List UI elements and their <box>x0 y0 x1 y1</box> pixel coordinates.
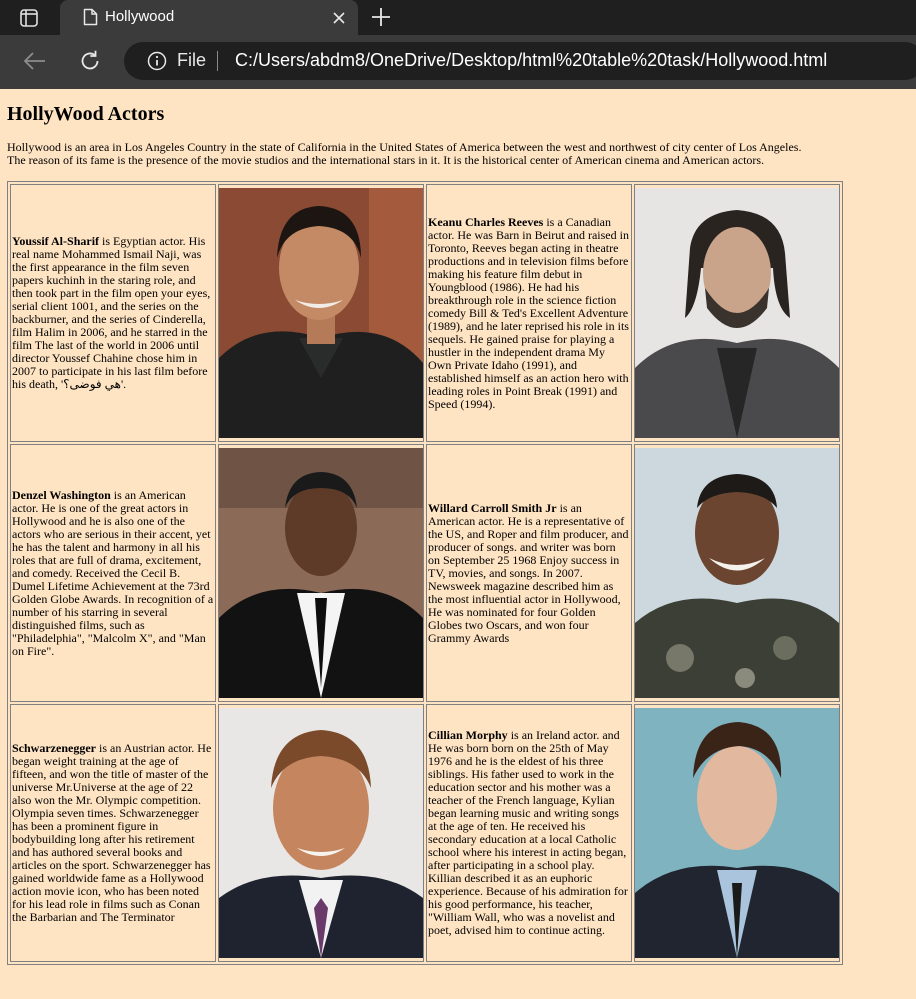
actor-photo-cell <box>634 444 840 702</box>
actor-bio: is an American actor. He is one of the g… <box>12 487 214 658</box>
address-bar[interactable]: File C:/Users/abdm8/OneDrive/Desktop/htm… <box>124 42 916 80</box>
address-separator <box>217 51 218 71</box>
actor-bio: is Egyptian actor. His real name Mohamme… <box>12 234 211 391</box>
actor-bio-cell: Youssif Al-Sharif is Egyptian actor. His… <box>10 184 216 442</box>
actor-photo <box>219 448 423 698</box>
back-arrow-icon <box>23 52 45 70</box>
actor-photo-cell <box>634 184 840 442</box>
browser-tab[interactable]: Hollywood <box>60 0 358 35</box>
new-tab-button[interactable] <box>368 4 394 30</box>
actor-photo-cell <box>634 704 840 962</box>
actor-bio-cell: Denzel Washington is an American actor. … <box>10 444 216 702</box>
actor-photo-cell <box>218 444 424 702</box>
actor-bio: is an American actor. He is a representa… <box>428 500 629 645</box>
reload-icon <box>81 50 99 70</box>
actor-photo <box>635 188 839 438</box>
actor-bio: is an Austrian actor. He began weight tr… <box>12 741 212 924</box>
intro-line-2: The reason of its fame is the presence o… <box>7 153 765 167</box>
actor-bio-cell: Cillian Morphy is an Ireland actor. and … <box>426 704 632 962</box>
actor-photo <box>635 708 839 958</box>
table-row: Youssif Al-Sharif is Egyptian actor. His… <box>10 184 840 442</box>
actor-bio-cell: Schwarzenegger is an Austrian actor. He … <box>10 704 216 962</box>
actors-table: Youssif Al-Sharif is Egyptian actor. His… <box>7 181 843 965</box>
tab-title: Hollywood <box>105 8 175 25</box>
actor-photo-cell <box>218 184 424 442</box>
actor-photo-cell <box>218 704 424 962</box>
table-row: Schwarzenegger is an Austrian actor. He … <box>10 704 840 962</box>
actor-bio-cell: Willard Carroll Smith Jr is an American … <box>426 444 632 702</box>
actor-bio: is a Canadian actor. He was Barn in Beir… <box>428 214 629 411</box>
actor-bio-cell: Keanu Charles Reeves is a Canadian actor… <box>426 184 632 442</box>
actor-photo <box>635 448 839 698</box>
close-icon <box>333 12 345 24</box>
actor-photo <box>219 188 423 438</box>
tab-strip: Hollywood <box>0 0 916 35</box>
actor-name: Keanu Charles Reeves <box>428 214 544 229</box>
info-icon[interactable] <box>147 51 167 71</box>
table-row: Denzel Washington is an American actor. … <box>10 444 840 702</box>
actor-photo <box>219 708 423 958</box>
address-url[interactable]: C:/Users/abdm8/OneDrive/Desktop/html%20t… <box>235 50 827 71</box>
actor-bio: is an Ireland actor. and He was born bor… <box>428 728 628 937</box>
tab-close-button[interactable] <box>330 9 348 27</box>
actor-name: Willard Carroll Smith Jr <box>428 500 557 515</box>
page-title: HollyWood Actors <box>7 103 165 125</box>
actor-name: Youssif Al-Sharif <box>12 234 100 248</box>
tab-actions-button[interactable] <box>10 5 48 31</box>
intro-line-1: Hollywood is an area in Los Angeles Coun… <box>7 140 802 154</box>
back-button[interactable] <box>20 48 50 74</box>
plus-icon <box>372 8 390 26</box>
reload-button[interactable] <box>76 47 104 75</box>
page-icon <box>83 8 98 26</box>
actor-name: Denzel Washington <box>12 487 111 502</box>
tab-actions-icon <box>20 9 38 27</box>
actor-name: Schwarzenegger <box>12 741 96 755</box>
actor-name: Cillian Morphy <box>428 728 508 742</box>
intro-paragraph: Hollywood is an area in Los Angeles Coun… <box>7 141 907 167</box>
address-scheme: File <box>177 50 207 70</box>
browser-chrome: Hollywood File C:/Users/abdm8/OneDrive/D… <box>0 0 916 89</box>
